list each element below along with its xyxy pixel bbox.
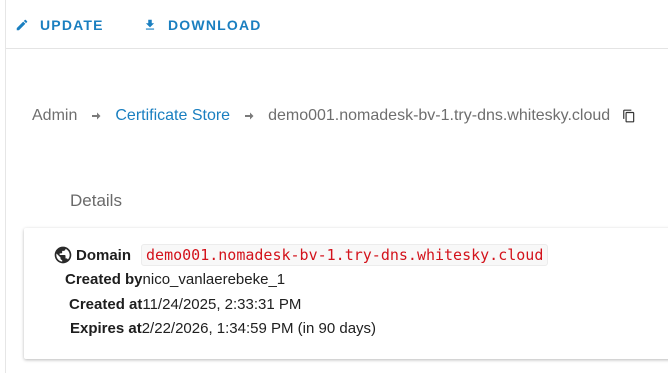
pencil-icon <box>16 19 28 31</box>
created-by-label: Created by <box>65 271 143 288</box>
update-label: UPDATE <box>40 17 104 33</box>
download-button[interactable]: DOWNLOAD <box>143 15 262 35</box>
breadcrumb-current: demo001.nomadesk-bv-1.try-dns.whitesky.c… <box>268 107 611 124</box>
domain-label: Domain <box>76 246 132 264</box>
breadcrumb: Admin Certificate Store demo001.nomadesk… <box>32 105 636 127</box>
expires-at-row: Expires at 2/22/2026, 1:34:59 PM (in 90 … <box>70 320 376 337</box>
created-by-row: Created by nico_vanlaerebeke_1 <box>65 271 285 288</box>
toolbar: UPDATE DOWNLOAD <box>6 0 668 49</box>
created-at-label: Created at <box>69 296 143 313</box>
breadcrumb-admin[interactable]: Admin <box>32 107 77 125</box>
expires-at-value: 2/22/2026, 1:34:59 PM (in 90 days) <box>141 320 377 337</box>
details-card: Domain demo001.nomadesk-bv-1.try-dns.whi… <box>24 228 668 359</box>
copy-button[interactable] <box>622 108 636 124</box>
created-by-value: nico_vanlaerebeke_1 <box>142 271 286 288</box>
arrow-right-icon <box>230 110 268 122</box>
domain-row: Domain demo001.nomadesk-bv-1.try-dns.whi… <box>76 244 549 266</box>
created-at-row: Created at 11/24/2025, 2:33:31 PM <box>69 296 301 313</box>
domain-value: demo001.nomadesk-bv-1.try-dns.whitesky.c… <box>141 244 549 266</box>
download-label: DOWNLOAD <box>168 17 262 33</box>
details-heading: Details <box>70 191 122 210</box>
download-icon <box>145 19 155 30</box>
copy-icon <box>623 109 635 123</box>
globe-icon <box>53 245 73 270</box>
update-button[interactable]: UPDATE <box>15 15 104 35</box>
expires-at-label: Expires at <box>70 320 142 337</box>
breadcrumb-certificate-store[interactable]: Certificate Store <box>115 107 230 125</box>
arrow-right-icon <box>77 110 115 122</box>
created-at-value: 11/24/2025, 2:33:31 PM <box>142 296 302 313</box>
